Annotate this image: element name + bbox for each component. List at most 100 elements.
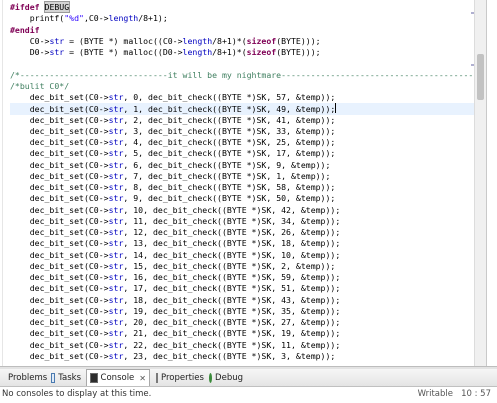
code-token: /8+1)*( [212,35,247,46]
scrollbar-thumb[interactable] [477,54,484,100]
code-token: printf( [10,13,65,24]
code-token: dec_bit_set(C0-> [10,159,109,170]
code-token: , 2, dec_bit_check((BYTE *)SK, 41, &temp… [123,114,336,125]
tab-properties[interactable]: Properties [153,370,205,385]
tab-problems[interactable]: Problems [2,370,47,385]
code-line[interactable]: #ifdef DEBUG [10,1,486,13]
code-line[interactable]: dec_bit_set(C0->str, 23, dec_bit_check((… [10,351,486,362]
code-token: /*------------------------------it will … [10,69,487,80]
code-line[interactable]: /*bulit C0*/ [10,81,486,92]
code-token: , 19, dec_bit_check((BYTE *)SK, 35, &tem… [123,305,341,316]
code-token: dec_bit_set(C0-> [10,193,109,204]
code-token: C0-> [10,35,50,46]
code-token: dec_bit_set(C0-> [10,227,109,237]
code-token: ,C0-> [83,13,109,24]
code-line[interactable]: dec_bit_set(C0->str, 0, dec_bit_check((B… [10,92,486,103]
code-token: , 22, dec_bit_check((BYTE *)SK, 11, &tem… [123,339,341,350]
code-line[interactable]: dec_bit_set(C0->str, 22, dec_bit_check((… [10,340,486,351]
code-token: str [108,114,124,125]
code-token: , 10, dec_bit_check((BYTE *)SK, 42, &tem… [123,204,341,215]
code-token: /*bulit C0*/ [10,80,70,91]
code-token: length [182,35,213,46]
code-token: dec_bit_set(C0-> [10,272,109,282]
code-line[interactable]: dec_bit_set(C0->str, 20, dec_bit_check((… [10,317,486,328]
tab-tasks[interactable]: Tasks [48,370,84,385]
code-token: , 23, dec_bit_check((BYTE *)SK, 3, &temp… [123,350,336,361]
code-line[interactable]: dec_bit_set(C0->str, 17, dec_bit_check((… [10,283,486,294]
code-line[interactable]: dec_bit_set(C0->str, 15, dec_bit_check((… [10,261,486,272]
code-token: dec_bit_set(C0-> [10,260,109,271]
code-token: sizeof [246,47,277,57]
code-token: dec_bit_set(C0-> [10,238,109,249]
code-token: dec_bit_set(C0-> [10,350,109,361]
tab-label: Tasks [58,372,81,383]
code-token: dec_bit_set(C0-> [10,170,109,181]
code-token: dec_bit_set(C0-> [10,114,109,125]
code-token: str [108,249,124,260]
code-line[interactable]: dec_bit_set(C0->str, 3, dec_bit_check((B… [10,126,486,137]
code-line[interactable]: #endif [10,25,486,36]
code-line[interactable]: dec_bit_set(C0->str, 13, dec_bit_check((… [10,238,486,249]
code-line[interactable]: dec_bit_set(C0->str, 1, dec_bit_check((B… [10,103,486,115]
code-line[interactable]: dec_bit_set(C0->str, 8, dec_bit_check((B… [10,182,486,193]
vertical-scrollbar[interactable] [474,0,486,366]
code-token: , 9, dec_bit_check((BYTE *)SK, 50, &temp… [123,193,336,204]
code-token: = (BYTE *) malloc((D0-> [64,47,183,57]
tab-label: Debug [215,372,243,383]
code-token: str [108,260,124,271]
status-writable: Writable [417,389,453,399]
tab-label: Properties [161,372,204,383]
code-line[interactable]: dec_bit_set(C0->str, 10, dec_bit_check((… [10,205,486,216]
code-line[interactable]: dec_bit_set(C0->str, 6, dec_bit_check((B… [10,160,486,171]
code-line[interactable]: dec_bit_set(C0->str, 14, dec_bit_check((… [10,250,486,261]
code-token: str [108,294,124,305]
close-icon[interactable]: ✕ [139,374,146,383]
code-line[interactable]: dec_bit_set(C0->str, 21, dec_bit_check((… [10,328,486,339]
code-token: /8+1); [138,13,168,24]
code-token: dec_bit_set(C0-> [10,317,109,327]
code-token: #endif [10,24,40,35]
code-line[interactable]: dec_bit_set(C0->str, 7, dec_bit_check((B… [10,171,486,182]
code-editor[interactable]: #ifdef DEBUG printf("%d",C0->length/8+1)… [0,0,487,366]
code-token: str [108,193,124,204]
code-line[interactable]: dec_bit_set(C0->str, 18, dec_bit_check((… [10,295,486,306]
code-line[interactable]: dec_bit_set(C0->str, 19, dec_bit_check((… [10,306,486,317]
code-line[interactable]: dec_bit_set(C0->str, 5, dec_bit_check((B… [10,148,486,159]
code-token: str [108,350,124,361]
code-line[interactable]: printf("%d",C0->length/8+1); [10,13,486,24]
status-cursor-position: 10 : 57 [461,389,491,399]
code-line[interactable]: dec_bit_set(C0->str, 16, dec_bit_check((… [10,272,486,283]
code-token: str [108,204,124,215]
code-token: (BYTE))); [276,47,321,57]
code-text[interactable]: #ifdef DEBUG printf("%d",C0->length/8+1)… [10,1,486,362]
code-token: , 15, dec_bit_check((BYTE *)SK, 2, &temp… [123,260,336,271]
code-token: str [49,35,65,46]
code-token: length [108,13,139,24]
code-token: , 16, dec_bit_check((BYTE *)SK, 59, &tem… [123,272,341,282]
code-token: str [108,159,124,170]
debug-macro-token: DEBUG [43,1,71,13]
code-line[interactable]: dec_bit_set(C0->str, 2, dec_bit_check((B… [10,115,486,126]
code-line[interactable]: /*------------------------------it will … [10,70,486,81]
code-line[interactable]: D0->str = (BYTE *) malloc((D0->length/8+… [10,47,486,58]
code-token: dec_bit_set(C0-> [10,328,109,339]
code-token: , 6, dec_bit_check((BYTE *)SK, 9, &temp)… [123,159,331,170]
properties-icon [156,372,158,383]
code-token: , 13, dec_bit_check((BYTE *)SK, 18, &tem… [123,238,341,249]
code-line[interactable]: dec_bit_set(C0->str, 11, dec_bit_check((… [10,216,486,227]
code-token: , 14, dec_bit_check((BYTE *)SK, 10, &tem… [123,249,341,260]
code-line[interactable]: dec_bit_set(C0->str, 12, dec_bit_check((… [10,227,486,238]
code-line[interactable]: dec_bit_set(C0->str, 9, dec_bit_check((B… [10,193,486,204]
code-token: dec_bit_set(C0-> [10,125,109,136]
code-line[interactable]: dec_bit_set(C0->str, 4, dec_bit_check((B… [10,137,486,148]
code-token: dec_bit_set(C0-> [10,92,109,102]
tab-debug[interactable]: Debug [206,370,246,385]
code-token: str [108,227,124,237]
code-token: str [108,137,124,147]
code-token: , 11, dec_bit_check((BYTE *)SK, 34, &tem… [123,215,341,226]
code-line[interactable]: C0->str = (BYTE *) malloc((C0->length/8+… [10,36,486,47]
tab-console[interactable]: Console ✕ [86,369,150,386]
code-token: dec_bit_set(C0-> [10,305,109,316]
code-line[interactable] [10,58,486,69]
code-token: str [108,170,124,181]
